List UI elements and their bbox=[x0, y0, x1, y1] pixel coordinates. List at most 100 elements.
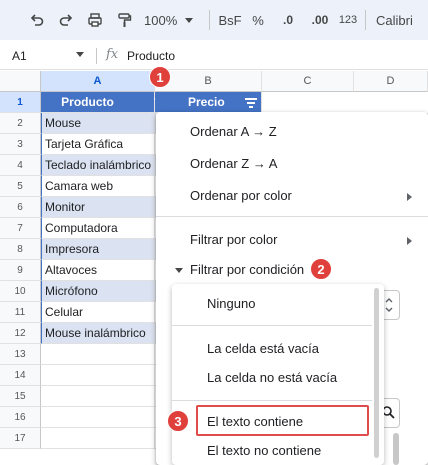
menu-item-sort-color[interactable]: Ordenar por color bbox=[156, 180, 428, 212]
chevron-down-icon bbox=[185, 17, 194, 23]
formula-bar: A1 fx Producto bbox=[0, 42, 428, 70]
zoom-select[interactable]: 100% bbox=[144, 8, 202, 32]
decrease-decimal-label: .0 bbox=[282, 13, 293, 27]
font-select[interactable]: Calibri bbox=[376, 8, 424, 32]
product-cell[interactable]: Mouse inalámbrico bbox=[41, 323, 155, 344]
condition-label: Ninguno bbox=[207, 296, 256, 311]
decrease-decimal-button[interactable]: .0 bbox=[276, 8, 300, 32]
fx-icon: fx bbox=[106, 47, 119, 62]
product-cell[interactable]: Computadora bbox=[41, 218, 155, 239]
header-precio-text: Precio bbox=[188, 95, 225, 109]
product-cell[interactable]: Impresora bbox=[41, 239, 155, 260]
condition-list: Ninguno La celda está vacía La celda no … bbox=[172, 284, 384, 465]
row-header-15[interactable]: 15 bbox=[0, 386, 41, 407]
redo-icon[interactable] bbox=[55, 8, 77, 32]
name-box-dropdown-icon[interactable] bbox=[76, 52, 84, 57]
row-header-16[interactable]: 16 bbox=[0, 407, 41, 428]
column-header-c[interactable]: C bbox=[262, 71, 354, 92]
percent-label: % bbox=[252, 12, 264, 28]
product-cell[interactable]: Teclado inalámbrico bbox=[41, 155, 155, 176]
more-formats-button[interactable]: 123 bbox=[336, 8, 360, 32]
condition-list-scrollbar[interactable] bbox=[374, 288, 379, 458]
product-cell[interactable]: Monitor bbox=[41, 197, 155, 218]
menu-item-filter-color[interactable]: Filtrar por color bbox=[156, 224, 428, 256]
submenu-arrow-icon bbox=[407, 193, 412, 201]
font-value: Calibri bbox=[376, 12, 413, 28]
row-header-7[interactable]: 7 bbox=[0, 218, 41, 239]
row-header-13[interactable]: 13 bbox=[0, 344, 41, 365]
row-header-9[interactable]: 9 bbox=[0, 260, 41, 281]
highlight-box bbox=[196, 405, 369, 436]
row-header-11[interactable]: 11 bbox=[0, 302, 41, 323]
column-header-b[interactable]: B bbox=[155, 71, 262, 92]
menu-item-label: Filtrar por color bbox=[190, 232, 278, 247]
paint-format-icon[interactable] bbox=[113, 8, 135, 32]
menu-item-sort-za[interactable]: Ordenar Z → A bbox=[156, 148, 428, 180]
increase-decimal-button[interactable]: .00 bbox=[306, 8, 334, 32]
header-producto-text: Producto bbox=[61, 95, 114, 109]
formula-bar-divider bbox=[96, 48, 97, 64]
row-header-12[interactable]: 12 bbox=[0, 323, 41, 344]
formula-input[interactable]: Producto bbox=[127, 49, 175, 63]
row-header-8[interactable]: 8 bbox=[0, 239, 41, 260]
condition-label: El texto no contiene bbox=[207, 443, 322, 458]
condition-none[interactable]: Ninguno bbox=[172, 290, 372, 318]
currency-format-label: BsF bbox=[218, 12, 242, 28]
condition-divider bbox=[172, 400, 372, 401]
product-cell[interactable]: Altavoces bbox=[41, 260, 155, 281]
menu-item-label: Filtrar por condición bbox=[190, 262, 305, 277]
menu-item-filter-condition[interactable]: Filtrar por condición bbox=[156, 254, 428, 286]
toolbar-divider bbox=[209, 10, 210, 30]
row-header-5[interactable]: 5 bbox=[0, 176, 41, 197]
product-cell[interactable]: Tarjeta Gráfica bbox=[41, 134, 155, 155]
condition-label: La celda está vacía bbox=[207, 341, 320, 356]
more-formats-label: 123 bbox=[338, 14, 358, 26]
menu-item-label: Ordenar Z → A bbox=[190, 156, 278, 171]
product-cell[interactable]: Celular bbox=[41, 302, 155, 323]
row-header-2[interactable]: 2 bbox=[0, 113, 41, 134]
toolbar: 100% BsF % .0 .00 123 Calibri bbox=[0, 0, 428, 40]
condition-label: La celda no está vacía bbox=[207, 370, 338, 385]
row-header-10[interactable]: 10 bbox=[0, 281, 41, 302]
menu-item-sort-az[interactable]: Ordenar A → Z bbox=[156, 116, 428, 148]
column-header-a[interactable]: A bbox=[41, 71, 155, 92]
row-header-17[interactable]: 17 bbox=[0, 428, 41, 449]
row-header-14[interactable]: 14 bbox=[0, 365, 41, 386]
filter-icon[interactable] bbox=[244, 96, 258, 109]
print-icon[interactable] bbox=[84, 8, 106, 32]
panel-scrollbar[interactable] bbox=[393, 433, 399, 465]
row-header-6[interactable]: 6 bbox=[0, 197, 41, 218]
toolbar-divider bbox=[365, 10, 366, 30]
grid-cell[interactable] bbox=[41, 344, 155, 365]
menu-item-label: Ordenar por color bbox=[190, 188, 292, 203]
grid-cell[interactable] bbox=[41, 428, 155, 449]
percent-format-button[interactable]: % bbox=[249, 8, 267, 32]
caret-down-icon bbox=[175, 268, 183, 273]
column-header-d[interactable]: D bbox=[354, 71, 428, 92]
product-cell[interactable]: Micrófono bbox=[41, 281, 155, 302]
increase-decimal-label: .00 bbox=[311, 13, 329, 27]
row-header-4[interactable]: 4 bbox=[0, 155, 41, 176]
submenu-arrow-icon bbox=[407, 237, 412, 245]
step-badge-1: 1 bbox=[149, 66, 171, 88]
grid-cell[interactable] bbox=[41, 407, 155, 428]
condition-cell-not-empty[interactable]: La celda no está vacía bbox=[172, 364, 372, 392]
select-all-corner[interactable] bbox=[0, 71, 41, 92]
menu-divider bbox=[156, 216, 428, 217]
condition-cell-empty[interactable]: La celda está vacía bbox=[172, 335, 372, 363]
condition-text-not-contains[interactable]: El texto no contiene bbox=[172, 437, 372, 465]
row-header-1[interactable]: 1 bbox=[0, 92, 41, 113]
grid-cell[interactable] bbox=[41, 365, 155, 386]
condition-divider bbox=[172, 325, 372, 326]
currency-format-button[interactable]: BsF bbox=[216, 8, 244, 32]
product-cell[interactable]: Mouse bbox=[41, 113, 155, 134]
step-badge-2: 2 bbox=[310, 258, 332, 280]
grid-cell[interactable] bbox=[41, 386, 155, 407]
step-badge-3: 3 bbox=[167, 410, 189, 432]
header-cell-producto[interactable]: Producto bbox=[41, 92, 155, 113]
product-cell[interactable]: Camara web bbox=[41, 176, 155, 197]
zoom-value: 100% bbox=[144, 12, 178, 28]
name-box[interactable]: A1 bbox=[12, 49, 27, 63]
undo-icon[interactable] bbox=[26, 8, 48, 32]
row-header-3[interactable]: 3 bbox=[0, 134, 41, 155]
